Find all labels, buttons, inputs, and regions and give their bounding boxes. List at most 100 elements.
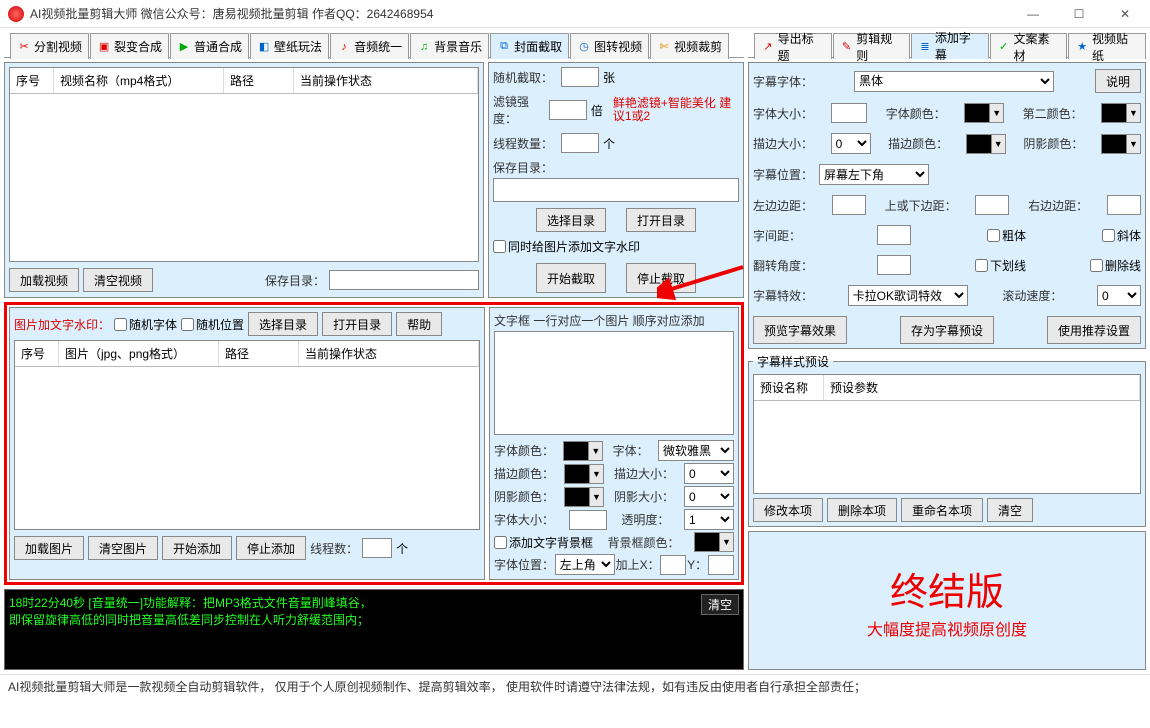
sub-shadow-color-picker[interactable]: ▼	[1101, 134, 1141, 154]
save-preset-button[interactable]: 存为字幕预设	[900, 316, 994, 344]
preset-grid[interactable]: 预设名称 预设参数	[753, 374, 1141, 494]
tab-label: 封面截取	[514, 38, 562, 55]
log-clear-button[interactable]: 清空	[701, 594, 739, 615]
shadow-color-picker[interactable]: ▼	[564, 487, 604, 507]
threads-label: 线程数量：	[493, 135, 557, 152]
clear-image-button[interactable]: 清空图片	[88, 536, 158, 560]
preset-delete-button[interactable]: 删除本项	[827, 498, 897, 522]
watermark-cb-label: 同时给图片添加文字水印	[508, 238, 640, 255]
shadow-size-select[interactable]: 0	[684, 486, 734, 507]
promo-panel: 终结版 大幅度提高视频原创度	[748, 531, 1146, 670]
image-grid[interactable]: 序号 图片（jpg、png格式） 路径 当前操作状态	[14, 340, 480, 530]
tab-4[interactable]: ♪音频统一	[330, 33, 409, 59]
sub-font-select[interactable]: 黑体	[854, 71, 1054, 92]
font-color-picker[interactable]: ▼	[563, 441, 603, 461]
tab-3[interactable]: ✓文案素材	[990, 33, 1068, 59]
strike-checkbox[interactable]: 删除线	[1090, 257, 1141, 274]
rand-cut-input[interactable]	[561, 67, 599, 87]
sub-color-picker[interactable]: ▼	[964, 103, 1004, 123]
image-open-dir-button[interactable]: 打开目录	[322, 312, 392, 336]
watermark-checkbox[interactable]: 同时给图片添加文字水印	[493, 238, 640, 255]
tab-icon: ♪	[337, 40, 351, 54]
choose-dir-button[interactable]: 选择目录	[536, 208, 606, 232]
img-threads-label: 线程数：	[310, 540, 358, 557]
tab-2[interactable]: ▶普通合成	[170, 33, 249, 59]
bold-checkbox[interactable]: 粗体	[987, 227, 1026, 244]
stop-capture-button[interactable]: 停止截取	[626, 263, 696, 293]
preview-subtitle-button[interactable]: 预览字幕效果	[753, 316, 847, 344]
use-recommended-button[interactable]: 使用推荐设置	[1047, 316, 1141, 344]
image-choose-dir-button[interactable]: 选择目录	[248, 312, 318, 336]
tab-icon: ♫	[417, 40, 431, 54]
load-image-button[interactable]: 加载图片	[14, 536, 84, 560]
start-capture-button[interactable]: 开始截取	[536, 263, 606, 293]
tab-7[interactable]: ◷图转视频	[570, 33, 649, 59]
stroke-size-select[interactable]: 0	[684, 463, 734, 484]
tab-1[interactable]: ▣裂变合成	[90, 33, 169, 59]
sub-color2-picker[interactable]: ▼	[1101, 103, 1141, 123]
capture-savedir-input[interactable]	[493, 178, 739, 202]
tab-label: 图转视频	[594, 38, 642, 55]
addx-input[interactable]	[660, 555, 686, 575]
tab-2[interactable]: ≣添加字幕	[911, 33, 989, 59]
opacity-select[interactable]: 1	[684, 509, 734, 530]
tab-4[interactable]: ★视频贴纸	[1068, 33, 1146, 59]
sub-fx-select[interactable]: 卡拉OK歌词特效	[848, 285, 968, 306]
sub-pos-select[interactable]: 屏幕左下角	[819, 164, 929, 185]
save-dir-input[interactable]	[329, 270, 479, 290]
tab-5[interactable]: ♫背景音乐	[410, 33, 489, 59]
sub-spacing-input[interactable]	[877, 225, 911, 245]
tab-6[interactable]: ⧉封面截取	[490, 33, 569, 59]
sub-rotate-input[interactable]	[877, 255, 911, 275]
img-threads-input[interactable]	[362, 538, 392, 558]
font-select[interactable]: 微软雅黑	[658, 440, 734, 461]
bg-color-picker[interactable]: ▼	[694, 532, 734, 552]
textbg-checkbox[interactable]: 添加文字背景框	[494, 534, 593, 551]
textbox-input[interactable]	[494, 331, 734, 435]
load-video-button[interactable]: 加载视频	[9, 268, 79, 292]
tab-0[interactable]: ↗导出标题	[754, 33, 832, 59]
rand-pos-checkbox[interactable]: 随机位置	[181, 316, 244, 333]
tab-label: 背景音乐	[434, 38, 482, 55]
font-pos-select[interactable]: 左上角	[555, 554, 615, 575]
sub-size-input[interactable]	[831, 103, 867, 123]
clear-video-button[interactable]: 清空视频	[83, 268, 153, 292]
stroke-color-picker[interactable]: ▼	[564, 464, 604, 484]
capture-panel: 随机截取： 张 滤镜强度： 倍 鲜艳滤镜+智能美化 建议1或2 线程数量： 个 …	[488, 62, 744, 298]
maximize-button[interactable]: ☐	[1056, 0, 1102, 27]
italic-checkbox[interactable]: 斜体	[1102, 227, 1141, 244]
sub-left-input[interactable]	[832, 195, 866, 215]
stop-add-button[interactable]: 停止添加	[236, 536, 306, 560]
tab-label: 音频统一	[354, 38, 402, 55]
preset-clear-button[interactable]: 清空	[987, 498, 1033, 522]
tab-0[interactable]: ✂分割视频	[10, 33, 89, 59]
col-path: 路径	[224, 68, 294, 93]
sub-top-input[interactable]	[975, 195, 1009, 215]
bold-label: 粗体	[1002, 227, 1026, 244]
rand-font-checkbox[interactable]: 随机字体	[114, 316, 177, 333]
video-grid[interactable]: 序号 视频名称（mp4格式） 路径 当前操作状态	[9, 67, 479, 262]
y-input[interactable]	[708, 555, 734, 575]
open-dir-button[interactable]: 打开目录	[626, 208, 696, 232]
font-size-input[interactable]	[569, 510, 607, 530]
sub-speed-select[interactable]: 0	[1097, 285, 1141, 306]
tab-icon: ≣	[918, 39, 932, 53]
sub-pos-label: 字幕位置：	[753, 166, 813, 183]
tab-8[interactable]: ✄视频裁剪	[650, 33, 729, 59]
minimize-button[interactable]: —	[1010, 0, 1056, 27]
tab-3[interactable]: ◧壁纸玩法	[250, 33, 329, 59]
sub-right-input[interactable]	[1107, 195, 1141, 215]
underline-checkbox[interactable]: 下划线	[975, 257, 1026, 274]
preset-rename-button[interactable]: 重命名本项	[901, 498, 983, 522]
sub-stroke-select[interactable]: 0	[831, 133, 871, 154]
threads-input[interactable]	[561, 133, 599, 153]
close-button[interactable]: ✕	[1102, 0, 1148, 27]
preset-col-name: 预设名称	[754, 375, 824, 400]
preset-modify-button[interactable]: 修改本项	[753, 498, 823, 522]
start-add-button[interactable]: 开始添加	[162, 536, 232, 560]
sub-stroke-color-picker[interactable]: ▼	[966, 134, 1006, 154]
explain-button[interactable]: 说明	[1095, 69, 1141, 93]
filter-input[interactable]	[549, 100, 587, 120]
help-button[interactable]: 帮助	[396, 312, 442, 336]
tab-1[interactable]: ✎剪辑规则	[833, 33, 911, 59]
